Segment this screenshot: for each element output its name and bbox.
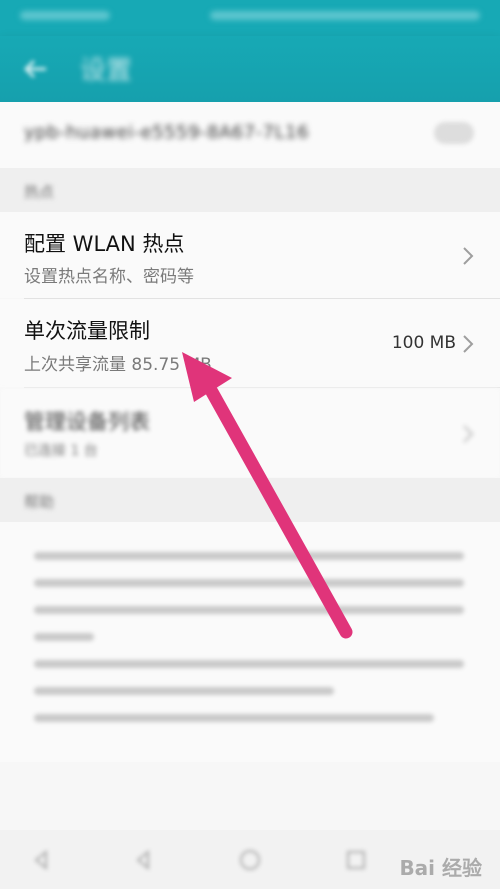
- row-title: 单次流量限制: [24, 319, 150, 343]
- chevron-right-icon: [463, 335, 474, 353]
- row-title: 配置 WLAN 热点: [24, 232, 185, 256]
- page-title: 设置: [80, 56, 133, 86]
- help-text-line: [34, 579, 464, 587]
- row-subtitle: 上次共享流量 85.75 MB: [24, 355, 212, 375]
- row-title: 管理设备列表: [24, 410, 150, 434]
- baidu-jingyan-watermark: Bai 经验: [399, 856, 482, 880]
- nav-recent-icon[interactable]: [344, 848, 368, 872]
- hotspot-toggle[interactable]: [434, 122, 474, 144]
- hotspot-ssid: ypb-huawei-e5559-8A67-7L16: [24, 122, 310, 143]
- chevron-right-icon: [463, 425, 474, 443]
- section-header-help: 帮助: [0, 478, 500, 522]
- row-subtitle: 设置热点名称、密码等: [24, 267, 194, 287]
- help-text-line: [34, 552, 464, 560]
- section-header-hotspot: 热点: [0, 168, 500, 212]
- data-limit-value: 100 MB: [391, 333, 456, 353]
- row-data-limit[interactable]: 单次流量限制 上次共享流量 85.75 MB 100 MB: [0, 299, 500, 387]
- help-text-line: [34, 687, 334, 695]
- help-text-line: [34, 606, 464, 614]
- nav-home-icon[interactable]: [238, 848, 262, 872]
- row-manage-devices[interactable]: 管理设备列表 已连接 1 台: [0, 388, 500, 478]
- help-text-block: [0, 522, 500, 762]
- row-subtitle: 已连接 1 台: [24, 443, 98, 459]
- nav-back-icon[interactable]: [30, 848, 54, 872]
- status-left-blur: [20, 11, 110, 20]
- hotspot-ssid-row[interactable]: ypb-huawei-e5559-8A67-7L16: [0, 102, 500, 168]
- nav-back-icon[interactable]: [132, 848, 156, 872]
- app-bar: 设置: [0, 36, 500, 102]
- status-bar: [0, 0, 500, 36]
- help-text-line: [34, 714, 434, 722]
- section-label: 帮助: [24, 493, 55, 511]
- help-text-line: [34, 660, 464, 668]
- row-configure-wlan-hotspot[interactable]: 配置 WLAN 热点 设置热点名称、密码等: [0, 212, 500, 298]
- chevron-right-icon: [463, 247, 474, 265]
- status-right-blur: [210, 11, 480, 20]
- back-arrow-icon[interactable]: [18, 52, 52, 86]
- help-text-line: [34, 633, 94, 641]
- section-label: 热点: [24, 183, 55, 201]
